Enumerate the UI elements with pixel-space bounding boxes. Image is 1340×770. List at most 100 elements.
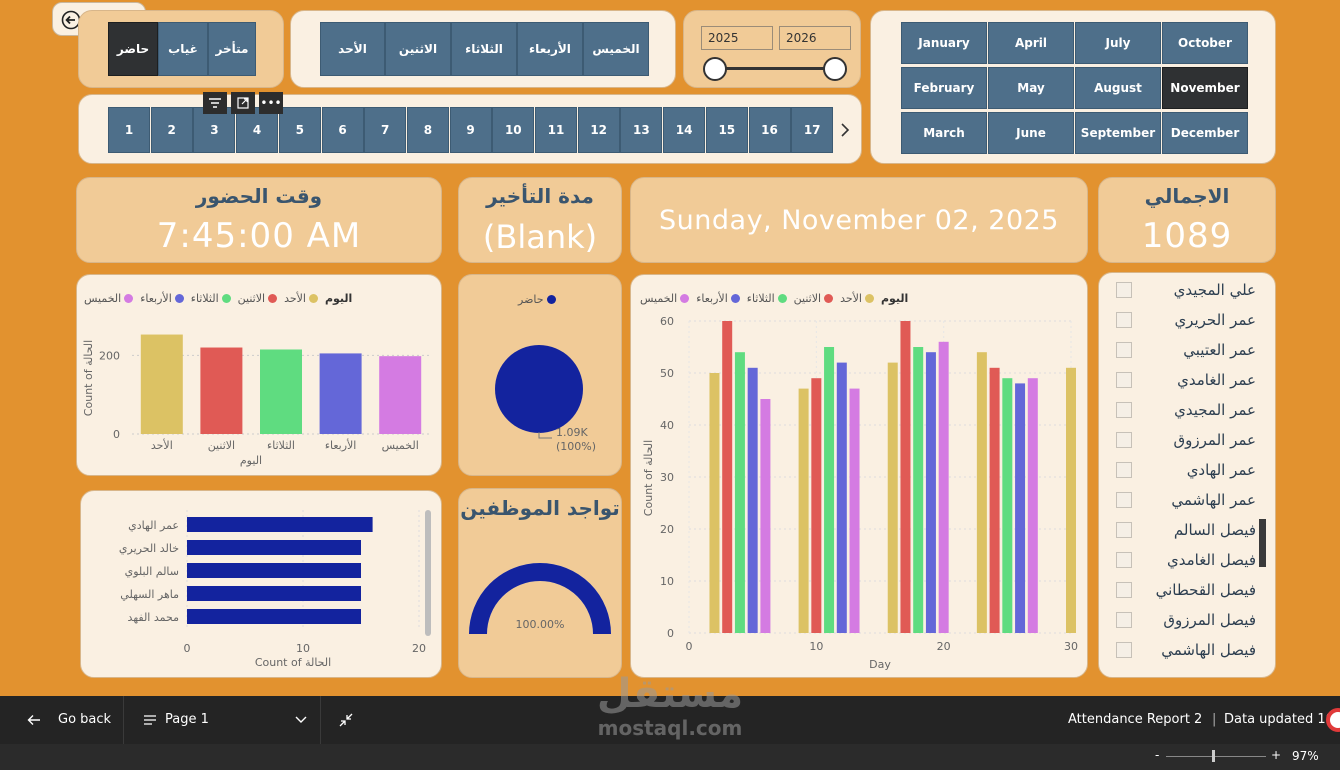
year-to-input[interactable]: 2026 [779,26,851,50]
bar [319,353,362,434]
status-pie-chart: 1.09K(100%) [495,345,596,453]
employee-name: عمر الهاشمي [1171,491,1256,509]
employee-item[interactable]: فيصل السالم [1116,521,1256,539]
checkbox[interactable] [1116,402,1132,418]
day-button-7[interactable]: 7 [364,107,407,153]
focus-mode-icon[interactable] [231,92,255,114]
go-back-button[interactable]: Go back [0,696,124,744]
legend-item: الأربعاء [696,292,740,305]
day-button-6[interactable]: 6 [321,107,364,153]
year-slider-track[interactable] [714,67,836,70]
zoom-slider-handle[interactable] [1212,750,1215,762]
day-button-1[interactable]: 1 [108,107,150,153]
vertical-scrollbar[interactable] [425,510,431,636]
page-selector[interactable]: Page 1 [125,696,321,744]
more-options-icon[interactable]: ••• [259,92,283,114]
day-button-11[interactable]: 11 [535,107,577,153]
employee-name: فيصل الغامدي [1166,551,1256,569]
status-late-button[interactable]: متأخر [208,22,256,76]
month-button-november[interactable]: November [1162,67,1248,109]
employee-item[interactable]: علي المجيدي [1116,281,1256,299]
zoom-slider-track[interactable] [1166,756,1266,757]
day-button-17[interactable]: 17 [791,107,834,153]
month-button-january[interactable]: January [901,22,987,64]
record-indicator [1326,708,1340,732]
day-button-5[interactable]: 5 [278,107,321,153]
filter-icon[interactable] [203,92,227,114]
year-slider-handle-end[interactable] [823,57,847,81]
date-card: Sunday, November 02, 2025 [630,177,1088,263]
bar [1027,378,1038,633]
month-button-september[interactable]: September [1075,112,1161,154]
day-button-16[interactable]: 16 [748,107,791,153]
year-from-input[interactable]: 2025 [701,26,773,50]
checkbox[interactable] [1116,492,1132,508]
status-absent-button[interactable]: غياب [158,22,208,76]
checkbox[interactable] [1116,642,1132,658]
day-button-13[interactable]: 13 [620,107,663,153]
zoom-in-button[interactable]: + [1271,748,1281,762]
day-button-15[interactable]: 15 [705,107,748,153]
employee-item[interactable]: عمر الهاشمي [1116,491,1256,509]
legend-item: الثلاثاء [191,292,231,305]
employee-item[interactable]: عمر المجيدي [1116,401,1256,419]
weekday-wednesday-button[interactable]: الأربعاء [517,22,583,76]
checkbox[interactable] [1116,372,1132,388]
bar [734,352,745,633]
month-button-march[interactable]: March [901,112,987,154]
employee-item[interactable]: فيصل الهاشمي [1116,641,1256,659]
day-button-10[interactable]: 10 [492,107,535,153]
weekday-monday-button[interactable]: الاثنين [385,22,451,76]
employee-item[interactable]: عمر المرزوق [1116,431,1256,449]
month-button-may[interactable]: May [988,67,1074,109]
report-footer-bar: Go back Page 1 مستقل mostaql.com Attenda… [0,672,1340,744]
employee-name: عمر المرزوق [1173,431,1256,449]
weekday-thursday-button[interactable]: الخميس [583,22,649,76]
employee-name: عمر العتيبي [1183,341,1256,359]
checkbox[interactable] [1116,582,1132,598]
employee-item[interactable]: عمر الحريري [1116,311,1256,329]
collapse-icon[interactable] [338,712,354,728]
month-button-august[interactable]: August [1075,67,1161,109]
checkbox[interactable] [1116,432,1132,448]
day-button-9[interactable]: 9 [449,107,492,153]
month-button-december[interactable]: December [1162,112,1248,154]
y-tick-label: ماهر السهلي [120,588,179,601]
employee-item[interactable]: عمر الهادي [1116,461,1256,479]
month-button-april[interactable]: April [988,22,1074,64]
employee-item[interactable]: فيصل القحطاني [1116,581,1256,599]
legend-item: حاضر [518,293,556,306]
day-button-14[interactable]: 14 [663,107,706,153]
day-button-2[interactable]: 2 [150,107,193,153]
weekday-tuesday-button[interactable]: الثلاثاء [451,22,517,76]
checkbox[interactable] [1116,612,1132,628]
checkbox[interactable] [1116,312,1132,328]
bar [836,362,847,633]
bar [900,321,911,633]
checkbox[interactable] [1116,342,1132,358]
weekday-sunday-button[interactable]: الأحد [320,22,385,76]
zoom-out-button[interactable]: - [1155,748,1159,762]
day-button-12[interactable]: 12 [577,107,620,153]
checkbox[interactable] [1116,522,1132,538]
employee-item[interactable]: فيصل الغامدي [1116,551,1256,569]
day-button-8[interactable]: 8 [406,107,449,153]
chevron-right-icon[interactable] [839,122,851,138]
month-button-february[interactable]: February [901,67,987,109]
total-value: 1089 [1141,216,1233,256]
employee-item[interactable]: عمر الغامدي [1116,371,1256,389]
employee-item[interactable]: عمر العتيبي [1116,341,1256,359]
month-button-october[interactable]: October [1162,22,1248,64]
year-slider-handle-start[interactable] [703,57,727,81]
employee-item[interactable]: فيصل المرزوق [1116,611,1256,629]
checkbox[interactable] [1116,552,1132,568]
gauge-value-label: 100.00% [516,618,565,631]
checkbox[interactable] [1116,282,1132,298]
legend-item: الاثنين [238,292,278,305]
month-button-july[interactable]: July [1075,22,1161,64]
employee-list-scrollbar[interactable] [1259,519,1266,567]
checkbox[interactable] [1116,462,1132,478]
bar [747,367,758,633]
status-present-button[interactable]: حاضر [108,22,158,76]
month-button-june[interactable]: June [988,112,1074,154]
